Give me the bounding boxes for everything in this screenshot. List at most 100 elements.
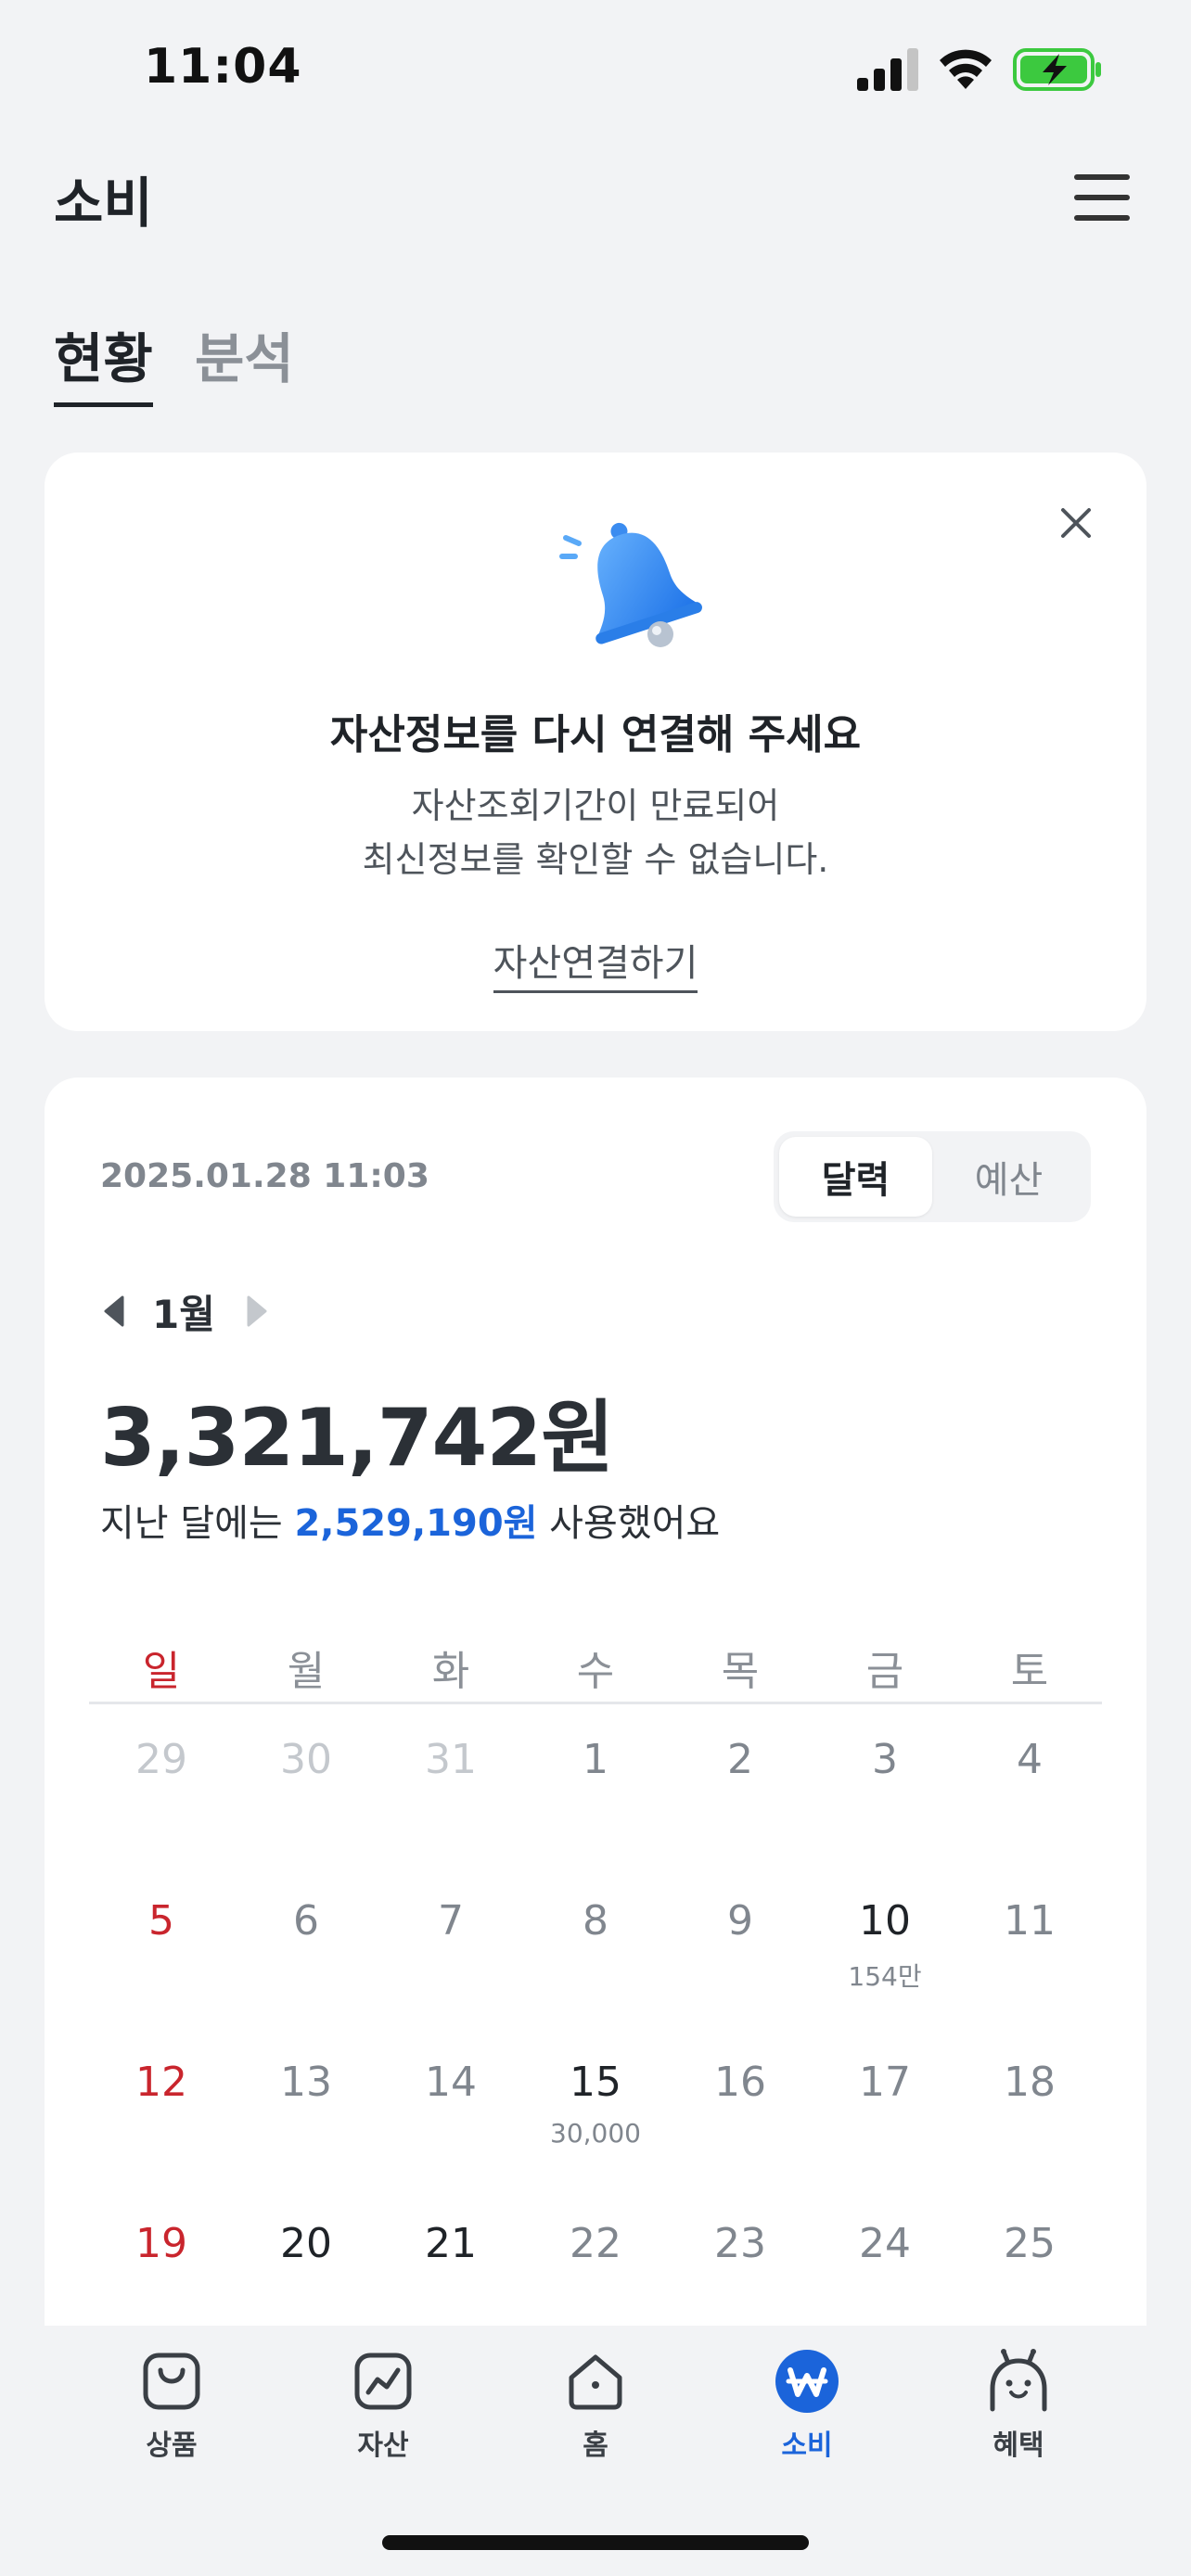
nav-home[interactable]: 홈 <box>535 2348 656 2463</box>
weekday-wed: 수 <box>576 1648 615 1695</box>
calendar-day-number: 29 <box>135 1736 187 1783</box>
nav-spending[interactable]: 소비 <box>747 2348 867 2463</box>
notice-desc-line1: 자산조회기간이 만료되어 <box>411 785 780 826</box>
calendar-day-number: 1 <box>583 1736 608 1783</box>
notice-description: 자산조회기간이 만료되어 최신정보를 확인할 수 없습니다. <box>45 779 1146 886</box>
calendar-day-number: 8 <box>583 1897 608 1945</box>
calendar-week: 29 30 31 1 2 3 4 <box>89 1730 1102 1892</box>
calendar-day-number: 23 <box>714 2220 766 2267</box>
calendar-day[interactable]: 3 <box>813 1730 957 1892</box>
calendar-day[interactable]: 18 <box>957 2053 1102 2214</box>
calendar-day[interactable]: 29 <box>89 1730 234 1892</box>
calendar-day[interactable]: 31 <box>378 1730 523 1892</box>
weekday-sat: 토 <box>1010 1648 1049 1695</box>
calendar-day-number: 3 <box>872 1736 898 1783</box>
calendar-day[interactable]: 4 <box>957 1730 1102 1892</box>
calendar-day-number: 14 <box>425 2059 477 2106</box>
calendar-day-number: 20 <box>280 2220 332 2267</box>
calendar-day[interactable]: 16 <box>668 2053 813 2214</box>
arrow-right-icon[interactable] <box>243 1294 271 1329</box>
reconnect-notice-card: 자산정보를 다시 연결해 주세요 자산조회기간이 만료되어 최신정보를 확인할 … <box>45 453 1146 1031</box>
last-month-compare: 지난 달에는 2,529,190원 사용했어요 <box>100 1493 720 1547</box>
calendar-week: 12 13 14 15 30,000 16 17 18 <box>89 2053 1102 2214</box>
calendar-day-number: 17 <box>859 2059 911 2106</box>
calendar-day-number: 16 <box>714 2059 766 2106</box>
calendar-day[interactable]: 15 30,000 <box>523 2053 668 2214</box>
update-timestamp: 2025.01.28 11:03 <box>100 1157 429 1195</box>
calendar-day[interactable]: 7 <box>378 1892 523 2053</box>
connect-assets-link[interactable]: 자산연결하기 <box>493 942 698 993</box>
calendar-day-number: 12 <box>135 2059 187 2106</box>
weekday-fri: 금 <box>865 1648 904 1695</box>
calendar-day-number: 7 <box>438 1897 464 1945</box>
calendar-day-number: 5 <box>148 1897 174 1945</box>
calendar-day[interactable]: 17 <box>813 2053 957 2214</box>
weekday-sun: 일 <box>142 1648 181 1695</box>
calendar-day-number: 18 <box>1004 2059 1056 2106</box>
calendar-day[interactable]: 8 <box>523 1892 668 2053</box>
chart-icon <box>354 2353 412 2410</box>
won-icon <box>775 2350 839 2413</box>
nav-assets-label: 자산 <box>357 2429 409 2462</box>
nav-home-label: 홈 <box>583 2429 608 2462</box>
weekday-mon: 월 <box>287 1648 326 1695</box>
calendar-day[interactable]: 14 <box>378 2053 523 2214</box>
month-label: 1월 <box>152 1291 215 1337</box>
hamburger-menu-icon[interactable] <box>1074 174 1130 221</box>
calendar-day-number: 24 <box>859 2220 911 2267</box>
close-icon[interactable] <box>1057 504 1095 542</box>
calendar-day-number: 19 <box>135 2220 187 2267</box>
home-indicator <box>382 2535 809 2550</box>
calendar-day[interactable]: 13 <box>234 2053 378 2214</box>
calendar-day-number: 31 <box>425 1736 477 1783</box>
calendar-day-number: 6 <box>293 1897 319 1945</box>
tab-status[interactable]: 현황 <box>54 315 153 407</box>
calendar-day[interactable]: 30 <box>234 1730 378 1892</box>
calendar-day[interactable]: 12 <box>89 2053 234 2214</box>
calendar-day[interactable]: 6 <box>234 1892 378 2053</box>
calendar-day-number: 30 <box>280 1736 332 1783</box>
segment-budget[interactable]: 예산 <box>932 1137 1085 1217</box>
bell-icon <box>559 522 702 647</box>
weekday-tue: 화 <box>431 1648 470 1695</box>
nav-benefits[interactable]: 혜택 <box>958 2348 1079 2463</box>
calendar-day-number: 21 <box>425 2220 477 2267</box>
calendar-grid: 29 30 31 1 2 3 4 5 6 7 8 9 10 154만 11 12 13 14 15 30,000 16 1… <box>89 1730 1102 2376</box>
segment-calendar[interactable]: 달력 <box>779 1137 932 1217</box>
calendar-day-amount: 154만 <box>848 1961 922 1992</box>
tab-analysis[interactable]: 분석 <box>195 315 294 393</box>
calendar-day-number: 4 <box>1017 1736 1043 1783</box>
compare-suffix: 사용했어요 <box>537 1502 721 1545</box>
calendar-day-number: 10 <box>859 1897 911 1945</box>
calendar-day-number: 9 <box>727 1897 753 1945</box>
arrow-left-icon[interactable] <box>100 1294 128 1329</box>
page-title: 소비 <box>54 172 153 235</box>
notice-desc-line2: 최신정보를 확인할 수 없습니다. <box>362 839 829 880</box>
weekday-thu: 목 <box>721 1648 760 1695</box>
status-bar: 11:04 <box>0 0 1191 139</box>
month-navigator: 1월 <box>100 1283 271 1339</box>
calendar-day[interactable]: 1 <box>523 1730 668 1892</box>
calendar-day[interactable]: 10 154만 <box>813 1892 957 2053</box>
status-time: 11:04 <box>144 39 302 95</box>
nav-spending-label: 소비 <box>781 2429 833 2462</box>
benefit-character-icon <box>990 2349 1047 2412</box>
calendar-day-number: 13 <box>280 2059 332 2106</box>
calendar-day[interactable]: 5 <box>89 1892 234 2053</box>
nav-benefits-label: 혜택 <box>992 2429 1044 2462</box>
calendar-day-number: 15 <box>570 2059 621 2106</box>
notice-title: 자산정보를 다시 연결해 주세요 <box>329 711 862 759</box>
view-toggle: 달력 예산 <box>774 1131 1091 1222</box>
calendar-day[interactable]: 11 <box>957 1892 1102 2053</box>
nav-assets[interactable]: 자산 <box>323 2348 443 2463</box>
calendar-week: 5 6 7 8 9 10 154만 11 <box>89 1892 1102 2053</box>
calendar-day-number: 11 <box>1004 1897 1056 1945</box>
calendar-day[interactable]: 9 <box>668 1892 813 2053</box>
shopping-bag-icon <box>143 2353 200 2410</box>
calendar-day[interactable]: 2 <box>668 1730 813 1892</box>
nav-products[interactable]: 상품 <box>111 2348 232 2463</box>
calendar-day-number: 22 <box>570 2220 621 2267</box>
last-month-amount: 2,529,190원 <box>294 1502 538 1545</box>
notice-link-wrap: 자산연결하기 <box>45 933 1146 993</box>
total-spending: 3,321,742원 <box>100 1392 614 1485</box>
